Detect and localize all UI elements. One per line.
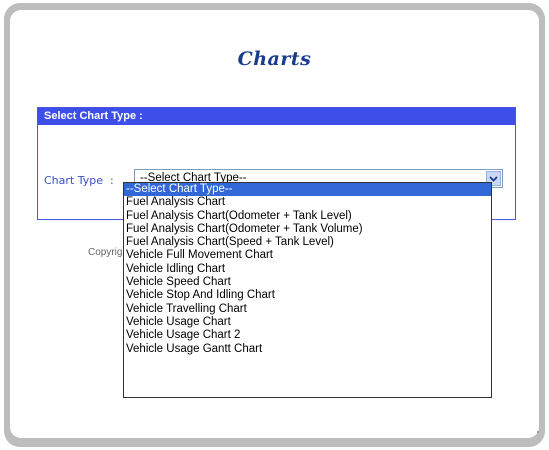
chart-type-label: Chart Type : [44, 174, 114, 187]
dropdown-option[interactable]: Fuel Analysis Chart(Odometer + Tank Volu… [124, 223, 491, 236]
dropdown-option[interactable]: Vehicle Speed Chart [124, 276, 491, 289]
panel-header: Select Chart Type : [38, 108, 515, 125]
dropdown-option[interactable]: Vehicle Usage Chart 2 [124, 329, 491, 342]
copyright-text: Copyrig [88, 247, 123, 258]
dropdown-option[interactable]: Fuel Analysis Chart(Odometer + Tank Leve… [124, 210, 491, 223]
corner-mark [537, 431, 539, 433]
dropdown-option[interactable]: Vehicle Full Movement Chart [124, 249, 491, 262]
dropdown-option[interactable]: Vehicle Usage Gantt Chart [124, 343, 491, 356]
dropdown-option[interactable]: Vehicle Stop And Idling Chart [124, 289, 491, 302]
dropdown-option[interactable]: --Select Chart Type-- [124, 183, 491, 197]
dropdown-option[interactable]: Fuel Analysis Chart [124, 196, 491, 209]
dropdown-option[interactable]: Vehicle Travelling Chart [124, 303, 491, 316]
chart-type-dropdown-list[interactable]: --Select Chart Type-- Fuel Analysis Chart… [123, 182, 492, 398]
dropdown-option[interactable]: Fuel Analysis Chart(Speed + Tank Level) [124, 236, 491, 249]
dropdown-option[interactable]: Vehicle Usage Chart [124, 316, 491, 329]
page-title: Charts [237, 48, 312, 70]
dropdown-option[interactable]: Vehicle Idling Chart [124, 263, 491, 276]
